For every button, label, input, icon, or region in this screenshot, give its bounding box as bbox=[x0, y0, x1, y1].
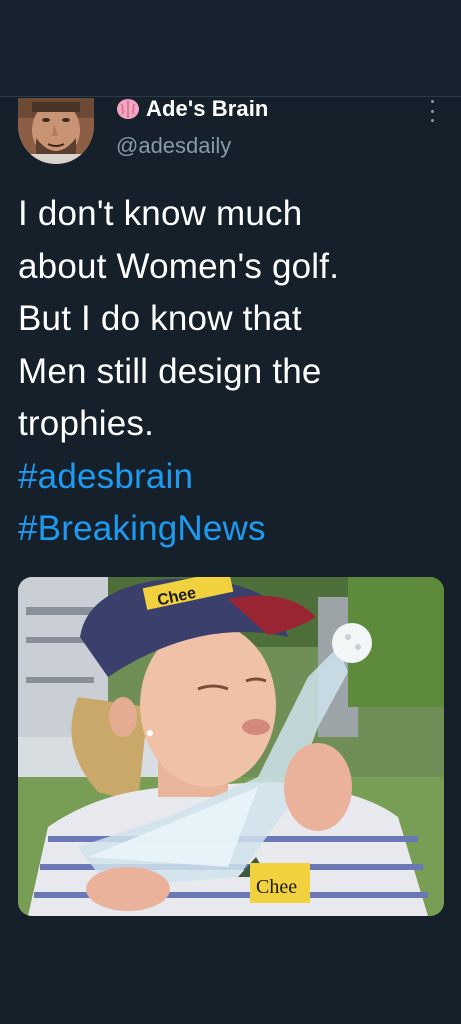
hashtag-link[interactable]: #BreakingNews bbox=[18, 503, 438, 556]
tweet-screen: Ade's Brain @adesdaily I don't know much… bbox=[0, 0, 461, 1024]
tweet-text-line: Men still design the bbox=[18, 351, 322, 391]
tweet-text-line: I don't know much bbox=[18, 194, 303, 233]
display-name: Ade's Brain bbox=[146, 96, 269, 121]
hashtag-link[interactable]: #adesbrain bbox=[18, 451, 438, 504]
tweet-text-line: But I do know that bbox=[18, 299, 302, 338]
brain-icon bbox=[117, 99, 139, 119]
shirt-logo-text: Chee bbox=[256, 876, 297, 898]
bottom-empty-area bbox=[0, 916, 461, 1024]
avatar[interactable] bbox=[18, 98, 94, 164]
tweet-text-line: about Women's golf. bbox=[18, 246, 340, 286]
tweet-media-photo[interactable]: Chee Chee bbox=[18, 577, 444, 916]
top-bar bbox=[0, 0, 461, 96]
more-options-icon[interactable] bbox=[424, 100, 440, 122]
user-handle[interactable]: @adesdaily bbox=[116, 133, 231, 159]
tweet-body: I don't know much about Women's golf. Bu… bbox=[18, 188, 438, 556]
tweet-text-line: trophies. bbox=[18, 404, 155, 443]
display-name-row[interactable]: Ade's Brain bbox=[116, 96, 268, 122]
